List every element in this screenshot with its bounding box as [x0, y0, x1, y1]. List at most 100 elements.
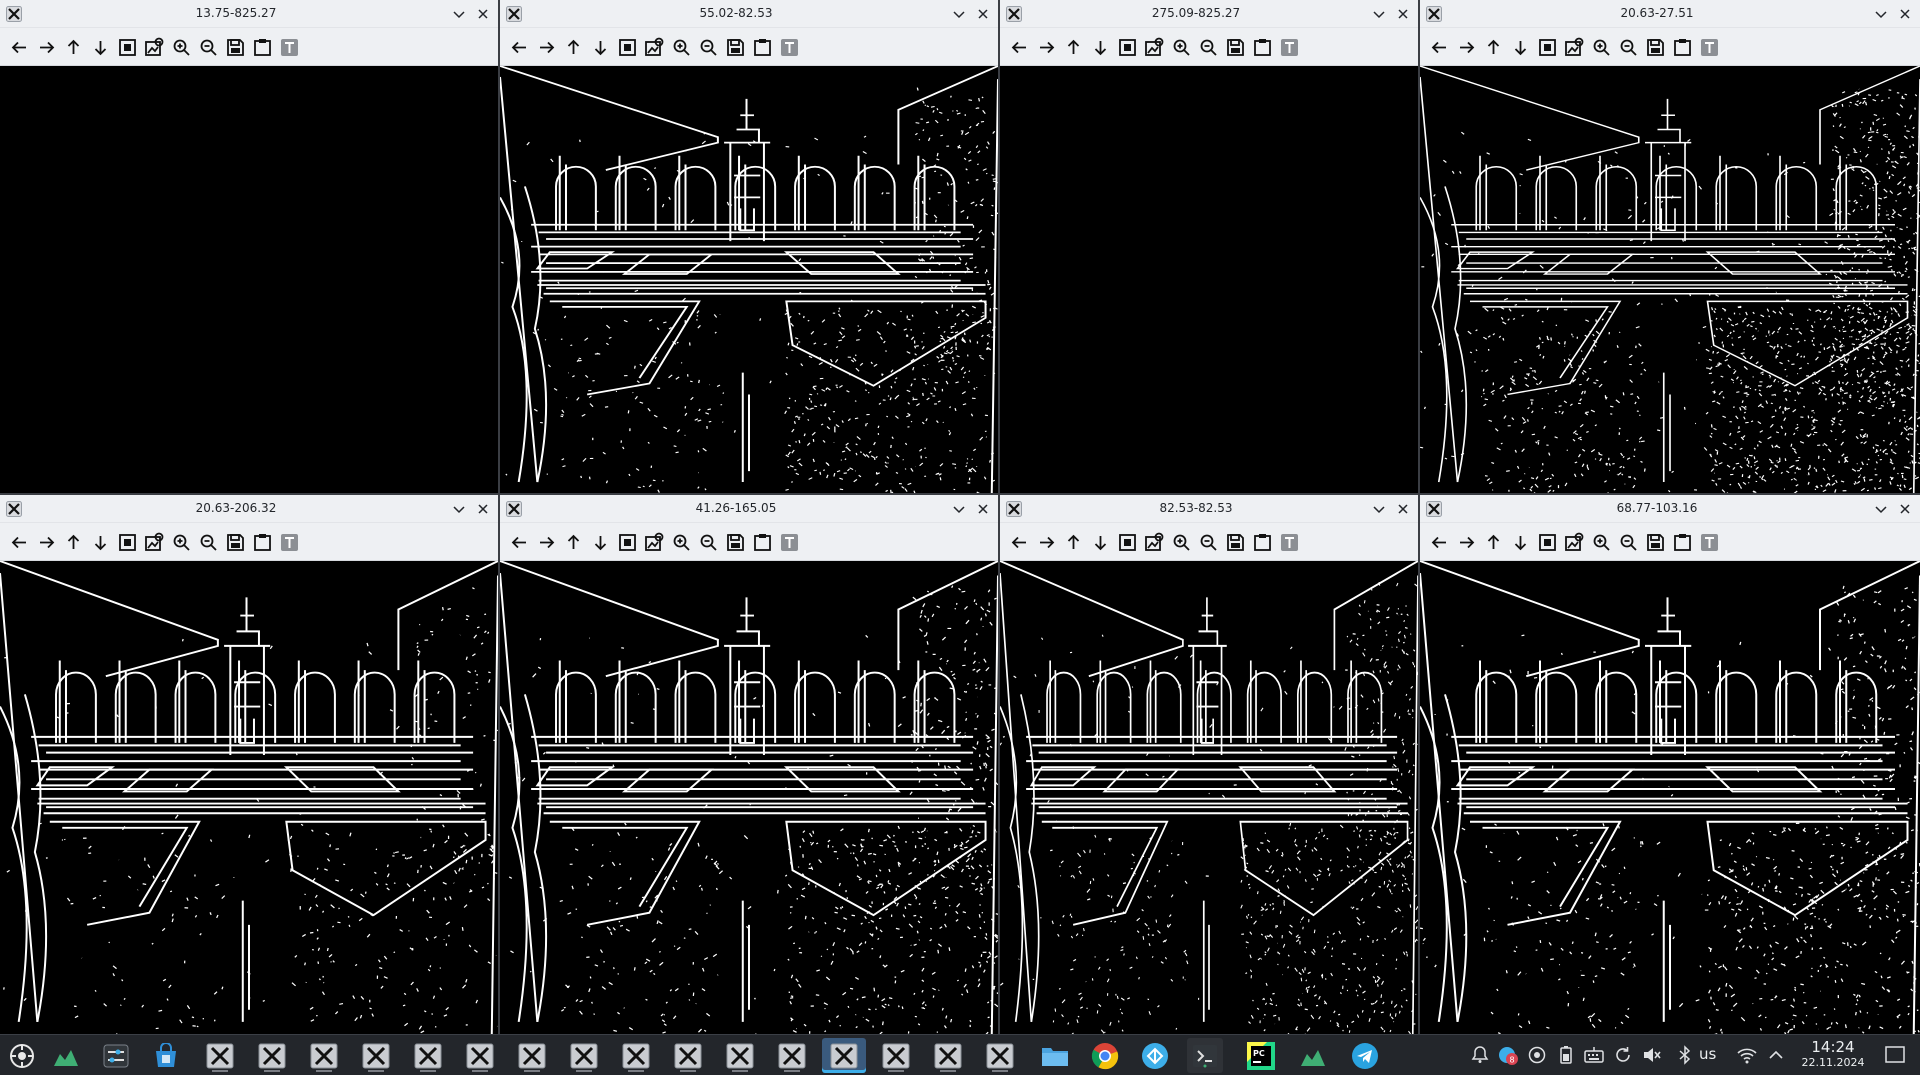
- taskbar-window-button[interactable]: [406, 1038, 450, 1073]
- zoom-image-button[interactable]: [1142, 530, 1167, 555]
- window-titlebar[interactable]: 13.75-825.27: [0, 0, 498, 28]
- back-button[interactable]: [1007, 35, 1032, 60]
- close-button[interactable]: [474, 5, 492, 23]
- zoom-image-button[interactable]: [642, 35, 667, 60]
- zoom-image-button[interactable]: [1142, 35, 1167, 60]
- back-button[interactable]: [507, 530, 532, 555]
- copy-clipboard-button[interactable]: [1670, 35, 1695, 60]
- taskbar-window-button[interactable]: [562, 1038, 606, 1073]
- system-monitor-launcher[interactable]: [48, 1038, 84, 1073]
- zoom-fit-button[interactable]: [615, 530, 640, 555]
- taskbar-window-button[interactable]: [354, 1038, 398, 1073]
- edge-image-canvas[interactable]: [1420, 66, 1920, 493]
- minimize-button[interactable]: [450, 500, 468, 518]
- zoom-out-button[interactable]: [196, 35, 221, 60]
- kde-connect-launcher[interactable]: [1137, 1038, 1173, 1073]
- pan-down-button[interactable]: [1508, 530, 1533, 555]
- keyboard-icon[interactable]: [1584, 1045, 1604, 1065]
- window-titlebar[interactable]: 68.77-103.16: [1420, 495, 1920, 523]
- zoom-image-button[interactable]: [642, 530, 667, 555]
- taskbar-window-button[interactable]: [510, 1038, 554, 1073]
- pan-down-button[interactable]: [1088, 530, 1113, 555]
- mute-icon[interactable]: [1642, 1045, 1662, 1065]
- edge-image-canvas[interactable]: [1000, 561, 1418, 1034]
- save-button[interactable]: [1223, 530, 1248, 555]
- pan-down-button[interactable]: [1088, 35, 1113, 60]
- copy-text-button[interactable]: [277, 35, 302, 60]
- app-launcher-button[interactable]: [4, 1038, 40, 1073]
- zoom-in-button[interactable]: [669, 35, 694, 60]
- pan-up-button[interactable]: [61, 530, 86, 555]
- pan-up-button[interactable]: [561, 35, 586, 60]
- back-button[interactable]: [507, 35, 532, 60]
- image-window-4[interactable]: 20.63-27.51: [1420, 0, 1920, 493]
- save-button[interactable]: [223, 35, 248, 60]
- wifi-icon[interactable]: [1737, 1045, 1757, 1065]
- zoom-in-button[interactable]: [169, 530, 194, 555]
- window-titlebar[interactable]: 55.02-82.53: [500, 0, 998, 28]
- image-window-6[interactable]: 41.26-165.05: [500, 495, 998, 1034]
- zoom-fit-button[interactable]: [1115, 530, 1140, 555]
- zoom-out-button[interactable]: [1616, 530, 1641, 555]
- taskbar-window-button[interactable]: [770, 1038, 814, 1073]
- clipboard-icon[interactable]: [1527, 1045, 1547, 1065]
- pan-up-button[interactable]: [561, 530, 586, 555]
- image-window-5[interactable]: 20.63-206.32: [0, 495, 498, 1034]
- minimize-button[interactable]: [1370, 5, 1388, 23]
- taskbar-window-button[interactable]: [874, 1038, 918, 1073]
- back-button[interactable]: [1007, 530, 1032, 555]
- zoom-image-button[interactable]: [142, 530, 167, 555]
- edge-image-canvas[interactable]: [0, 561, 498, 1034]
- file-manager-launcher[interactable]: [1037, 1038, 1073, 1073]
- clock[interactable]: 14:24 22.11.2024: [1793, 1038, 1873, 1070]
- back-button[interactable]: [1427, 35, 1452, 60]
- copy-clipboard-button[interactable]: [750, 35, 775, 60]
- close-button[interactable]: [1394, 500, 1412, 518]
- zoom-fit-button[interactable]: [615, 35, 640, 60]
- zoom-out-button[interactable]: [196, 530, 221, 555]
- zoom-out-button[interactable]: [696, 35, 721, 60]
- copy-clipboard-button[interactable]: [250, 530, 275, 555]
- copy-clipboard-button[interactable]: [750, 530, 775, 555]
- close-button[interactable]: [974, 5, 992, 23]
- zoom-out-button[interactable]: [696, 530, 721, 555]
- image-window-3[interactable]: 275.09-825.27: [1000, 0, 1418, 493]
- taskbar-window-button[interactable]: [302, 1038, 346, 1073]
- system-monitor-launcher-2[interactable]: [1295, 1038, 1331, 1073]
- minimize-button[interactable]: [450, 5, 468, 23]
- edge-image-canvas[interactable]: [500, 561, 998, 1034]
- copy-text-button[interactable]: [1277, 35, 1302, 60]
- window-titlebar[interactable]: 82.53-82.53: [1000, 495, 1418, 523]
- save-button[interactable]: [723, 35, 748, 60]
- zoom-image-button[interactable]: [142, 35, 167, 60]
- taskbar-window-button[interactable]: [458, 1038, 502, 1073]
- discover-updates-tray[interactable]: 8: [1498, 1045, 1518, 1065]
- image-window-1[interactable]: 13.75-825.27: [0, 0, 498, 493]
- save-button[interactable]: [1223, 35, 1248, 60]
- window-titlebar[interactable]: 41.26-165.05: [500, 495, 998, 523]
- forward-button[interactable]: [534, 35, 559, 60]
- save-button[interactable]: [1643, 530, 1668, 555]
- zoom-out-button[interactable]: [1196, 530, 1221, 555]
- pan-down-button[interactable]: [588, 530, 613, 555]
- forward-button[interactable]: [1034, 530, 1059, 555]
- telegram-launcher[interactable]: [1347, 1038, 1383, 1073]
- taskbar-window-button[interactable]: [250, 1038, 294, 1073]
- window-titlebar[interactable]: 20.63-206.32: [0, 495, 498, 523]
- copy-clipboard-button[interactable]: [1250, 530, 1275, 555]
- keyboard-layout-indicator[interactable]: us: [1699, 1045, 1716, 1063]
- pan-up-button[interactable]: [61, 35, 86, 60]
- taskbar-window-button[interactable]: [718, 1038, 762, 1073]
- back-button[interactable]: [1427, 530, 1452, 555]
- forward-button[interactable]: [34, 530, 59, 555]
- back-button[interactable]: [7, 530, 32, 555]
- copy-clipboard-button[interactable]: [250, 35, 275, 60]
- terminal-launcher[interactable]: [1187, 1038, 1223, 1073]
- minimize-button[interactable]: [1872, 5, 1890, 23]
- zoom-fit-button[interactable]: [1535, 35, 1560, 60]
- back-button[interactable]: [7, 35, 32, 60]
- edge-image-canvas[interactable]: [0, 66, 498, 493]
- copy-text-button[interactable]: [777, 530, 802, 555]
- notification-bell-icon[interactable]: [1470, 1045, 1490, 1065]
- save-button[interactable]: [223, 530, 248, 555]
